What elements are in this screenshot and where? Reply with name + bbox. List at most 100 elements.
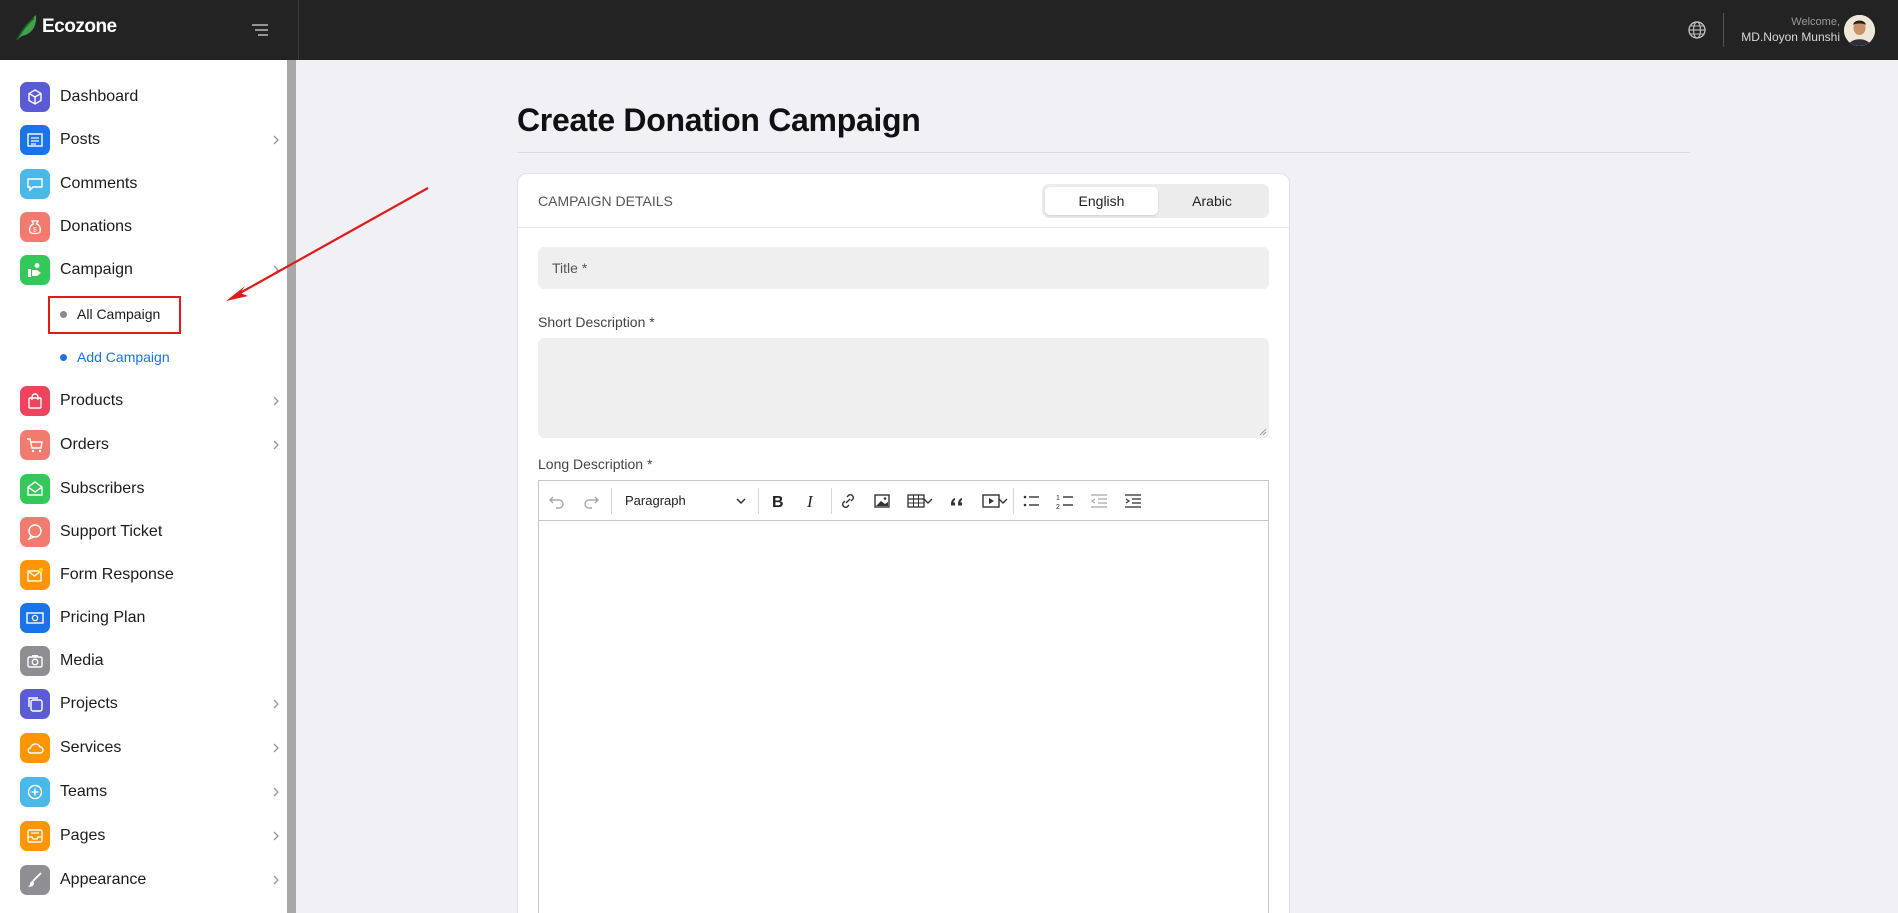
logo[interactable]: Ecozone [14, 12, 117, 42]
chevron-right-icon [273, 743, 279, 753]
brush-icon [20, 865, 50, 895]
card-title: CAMPAIGN DETAILS [538, 193, 673, 209]
sidebar-subitem-add-campaign[interactable]: Add Campaign [60, 346, 170, 368]
sidebar-item-pricing-plan[interactable]: Pricing Plan [20, 603, 282, 633]
numbered-list-icon[interactable]: 12 [1055, 491, 1075, 511]
sidebar-item-label: Products [60, 392, 124, 409]
svg-text:$: $ [33, 227, 37, 234]
short-description-textarea[interactable] [538, 338, 1269, 438]
redo-icon[interactable] [581, 491, 601, 511]
sidebar-item-label: Media [60, 652, 104, 669]
sidebar-item-pages[interactable]: Pages [20, 821, 282, 851]
sidebar-item-services[interactable]: Services [20, 733, 282, 763]
chevron-right-icon [273, 699, 279, 709]
sidebar-item-label: Projects [60, 695, 118, 712]
sidebar-item-label: Subscribers [60, 480, 145, 497]
sidebar-item-dashboard[interactable]: Dashboard [20, 82, 282, 112]
rich-text-editor[interactable]: Paragraph B I 12 [538, 480, 1269, 913]
chevron-down-icon[interactable] [735, 495, 747, 507]
short-description-label: Short Description * [538, 314, 655, 330]
tab-arabic[interactable]: Arabic [1158, 187, 1266, 215]
tab-english[interactable]: English [1045, 187, 1158, 215]
avatar[interactable] [1844, 15, 1875, 46]
sidebar-item-label: Dashboard [60, 88, 139, 105]
welcome-label: Welcome, [1791, 16, 1840, 28]
title-divider [517, 152, 1690, 153]
money-bag-icon: $ [20, 212, 50, 242]
link-icon[interactable] [838, 491, 858, 511]
indent-icon[interactable] [1123, 491, 1143, 511]
mail-badge-icon [20, 560, 50, 590]
chevron-right-icon [273, 875, 279, 885]
bold-icon[interactable]: B [767, 491, 787, 511]
title-input[interactable]: Title * [538, 247, 1269, 289]
sidebar-item-label: Campaign [60, 261, 133, 278]
sidebar-item-form-response[interactable]: Form Response [20, 560, 282, 590]
globe-icon[interactable] [1686, 19, 1708, 41]
chevron-right-icon [273, 787, 279, 797]
sidebar-item-media[interactable]: Media [20, 646, 282, 676]
editor-content-area[interactable] [539, 522, 1268, 913]
sidebar-item-label: Appearance [60, 871, 147, 888]
sidebar-item-support-ticket[interactable]: Support Ticket [20, 517, 282, 547]
sidebar-item-comments[interactable]: Comments [20, 169, 282, 199]
sidebar-item-label: Pricing Plan [60, 609, 146, 626]
sidebar-item-subscribers[interactable]: Subscribers [20, 474, 282, 504]
sidebar-item-label: Form Response [60, 566, 174, 583]
sidebar-item-projects[interactable]: Projects [20, 689, 282, 719]
sidebar-item-label: Posts [60, 131, 101, 148]
plus-circle-icon [20, 777, 50, 807]
sidebar-item-label: Teams [60, 783, 108, 800]
camera-icon [20, 646, 50, 676]
chevron-right-icon [273, 396, 279, 406]
sidebar-item-campaign[interactable]: Campaign [20, 255, 282, 285]
svg-text:1: 1 [1056, 495, 1060, 502]
image-icon[interactable] [872, 491, 892, 511]
topbar-divider [298, 0, 299, 60]
campaign-icon [20, 255, 50, 285]
title-placeholder: Title * [552, 260, 588, 276]
editor-toolbar: Paragraph B I 12 [539, 481, 1268, 521]
campaign-details-card: CAMPAIGN DETAILS English Arabic Title * … [517, 173, 1290, 913]
sidebar-item-donations[interactable]: $ Donations [20, 212, 282, 242]
chevron-right-icon [273, 265, 279, 275]
sidebar-item-teams[interactable]: Teams [20, 777, 282, 807]
sidebar-item-appearance[interactable]: Appearance [20, 865, 282, 895]
italic-icon[interactable]: I [801, 491, 821, 511]
annotation-highlight-box [48, 296, 181, 334]
toolbar-separator [758, 488, 759, 514]
sidebar-subitem-label: Add Campaign [77, 349, 170, 365]
page-title: Create Donation Campaign [517, 102, 921, 138]
language-tabs: English Arabic [1042, 184, 1269, 218]
resize-grip-icon[interactable] [1259, 428, 1267, 436]
menu-toggle-icon[interactable] [250, 20, 270, 40]
svg-text:2: 2 [1056, 504, 1060, 511]
undo-icon[interactable] [547, 491, 567, 511]
sidebar-item-posts[interactable]: Posts [20, 125, 282, 155]
topbar: Ecozone Welcome, MD.Noyon Munshi [0, 0, 1898, 60]
user-greeting[interactable]: Welcome, MD.Noyon Munshi [1741, 15, 1840, 45]
sidebar-scrollbar[interactable] [287, 60, 296, 913]
sidebar-item-label: Orders [60, 436, 109, 453]
mail-open-icon [20, 474, 50, 504]
money-icon [20, 603, 50, 633]
sidebar-item-label: Support Ticket [60, 523, 163, 540]
svg-text:B: B [772, 494, 784, 511]
sidebar-item-label: Pages [60, 827, 106, 844]
cart-icon [20, 430, 50, 460]
block-format-select[interactable]: Paragraph [625, 493, 686, 508]
blockquote-icon[interactable] [947, 491, 967, 511]
logo-text: Ecozone [42, 16, 117, 37]
sidebar-item-label: Comments [60, 175, 138, 192]
bulleted-list-icon[interactable] [1021, 491, 1041, 511]
topbar-divider [1723, 13, 1724, 47]
toolbar-separator [1013, 488, 1014, 514]
chevron-down-icon[interactable] [997, 491, 1009, 511]
toolbar-separator [831, 488, 832, 514]
sidebar-item-orders[interactable]: Orders [20, 430, 282, 460]
chevron-down-icon[interactable] [922, 491, 934, 511]
sidebar-item-products[interactable]: Products [20, 386, 282, 416]
cloud-icon [20, 733, 50, 763]
outdent-icon[interactable] [1089, 491, 1109, 511]
user-name: MD.Noyon Munshi [1741, 30, 1840, 44]
